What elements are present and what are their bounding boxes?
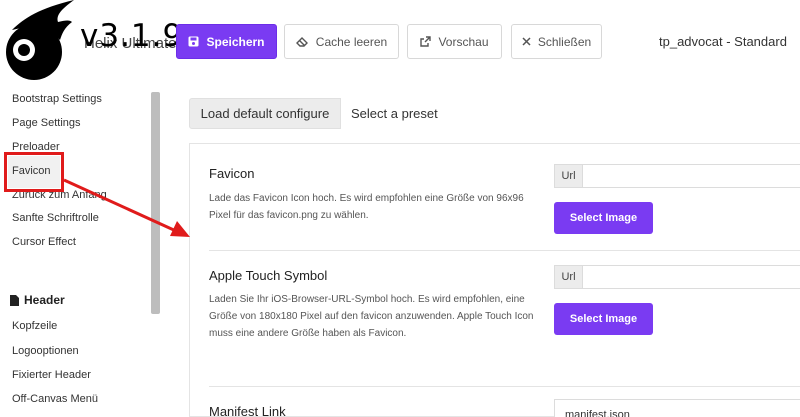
template-name: tp_advocat - Standard [659,34,787,49]
sidebar-section-header[interactable]: Header [10,293,65,307]
preview-button[interactable]: Vorschau [407,24,502,59]
helix-logo-icon [6,0,74,80]
close-icon [522,37,531,46]
apple-touch-title: Apple Touch Symbol [209,268,328,283]
close-label: Schließen [537,34,592,49]
top-toolbar: Helix Ultimate v3.1.9 Speichern Cache le… [0,0,800,84]
clear-cache-button[interactable]: Cache leeren [284,24,399,59]
annotation-highlight-box [4,152,64,192]
manifest-title: Manifest Link [209,404,286,417]
eraser-icon [295,37,308,47]
sidebar-scrollbar[interactable] [151,92,160,314]
favicon-select-image-button[interactable]: Select Image [554,202,653,234]
favicon-url-addon: Url [555,165,583,187]
apple-touch-url-addon: Url [555,266,583,288]
apple-touch-url-field[interactable]: Url [554,265,800,289]
row-divider [209,386,800,387]
version-label: v3.1.9 [80,18,184,54]
close-button[interactable]: Schließen [511,24,602,59]
apple-touch-select-image-button[interactable]: Select Image [554,303,653,335]
sidebar-section-label: Header [24,293,65,307]
sidebar-item-cursor-effect[interactable]: Cursor Effect [12,236,76,248]
preview-label: Vorschau [438,34,489,49]
external-link-icon [420,36,432,47]
row-divider [209,250,800,251]
save-button[interactable]: Speichern [176,24,277,59]
apple-touch-description: Laden Sie Ihr iOS-Browser-URL-Symbol hoc… [209,294,534,339]
document-icon [10,294,19,306]
sidebar-item-sticky-header[interactable]: Fixierter Header [12,369,91,381]
select-preset-button[interactable]: Select a preset [341,98,800,129]
favicon-title: Favicon [209,166,255,181]
settings-sidebar [0,84,160,417]
sidebar-item-smooth-scroll[interactable]: Sanfte Schriftrolle [12,212,99,224]
clear-cache-label: Cache leeren [315,34,388,49]
favicon-description: Lade das Favicon Icon hoch. Es wird empf… [209,193,524,221]
load-default-button[interactable]: Load default configure [189,98,341,129]
favicon-url-input[interactable] [583,165,800,187]
apple-touch-url-input[interactable] [583,266,800,288]
sidebar-item-offcanvas-menu[interactable]: Off-Canvas Menü [12,393,98,405]
sidebar-item-bootstrap-settings[interactable]: Bootstrap Settings [12,93,102,105]
favicon-url-field[interactable]: Url [554,164,800,188]
sidebar-item-header[interactable]: Kopfzeile [12,320,57,332]
save-button-label: Speichern [206,34,265,49]
save-icon [188,36,199,47]
sidebar-item-page-settings[interactable]: Page Settings [12,117,81,129]
preset-bar: Load default configure Select a preset [189,98,800,129]
manifest-input[interactable]: manifest.json [554,399,800,417]
sidebar-item-logo-options[interactable]: Logooptionen [12,345,79,357]
